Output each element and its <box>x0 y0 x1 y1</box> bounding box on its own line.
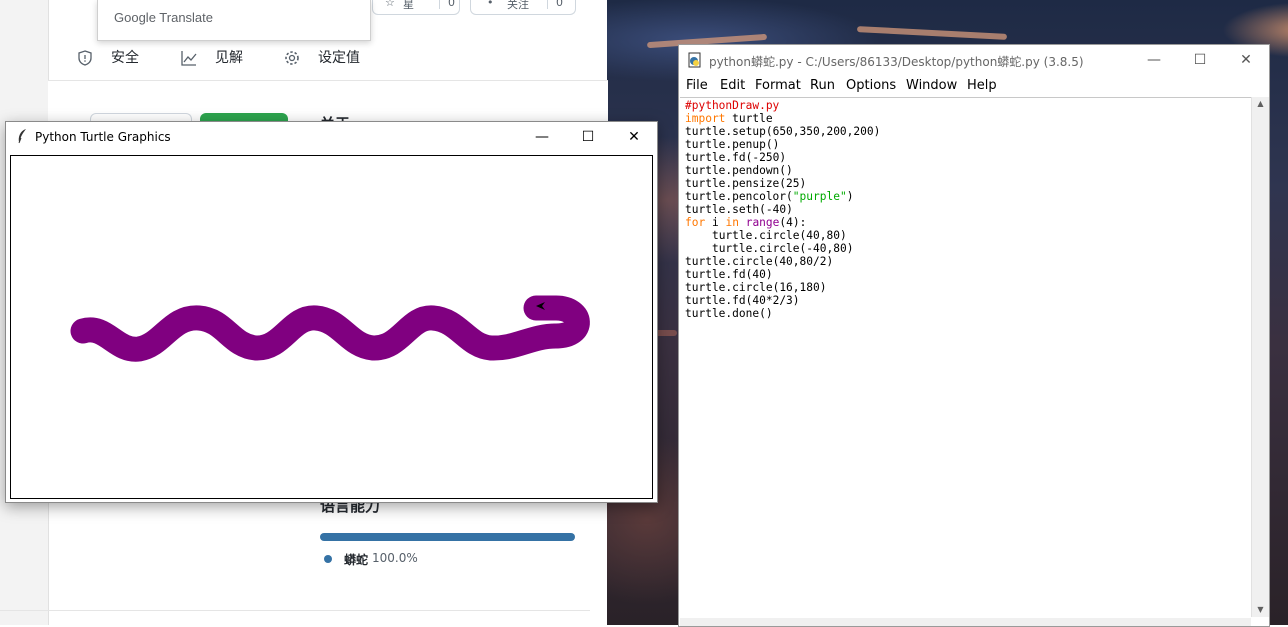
tab-insights-label: 见解 <box>215 50 243 66</box>
divider <box>0 610 590 611</box>
repo-tabs: 安全 见解 设定值 <box>48 36 608 81</box>
turtle-graphics-window[interactable]: Python Turtle Graphics — ☐ ✕ <box>5 121 658 503</box>
menu-window[interactable]: Window <box>906 78 957 93</box>
watch-button[interactable]: • 关注 0 <box>470 0 576 15</box>
maximize-button[interactable]: ☐ <box>565 122 611 152</box>
language-name[interactable]: 蟒蛇 <box>344 551 368 568</box>
vertical-scrollbar[interactable]: ▲ ▼ <box>1251 97 1269 617</box>
watch-count: 0 <box>547 0 563 9</box>
minimize-button[interactable]: — <box>519 122 565 152</box>
code-editor[interactable]: #pythonDraw.py import turtle turtle.setup(… <box>680 97 1251 618</box>
code-line[interactable]: turtle.circle(40,80/2) <box>685 255 880 268</box>
shield-icon <box>77 50 93 66</box>
star-icon: ☆ <box>385 0 395 9</box>
python-snake-shape <box>70 305 569 362</box>
eye-icon: • <box>487 0 494 9</box>
language-bar <box>320 533 575 541</box>
code-line[interactable]: turtle.fd(40*2/3) <box>685 294 880 307</box>
source-code[interactable]: #pythonDraw.py import turtle turtle.setup(… <box>685 99 880 320</box>
code-line[interactable]: turtle.seth(-40) <box>685 203 880 216</box>
code-line[interactable]: #pythonDraw.py <box>685 99 880 112</box>
code-line[interactable]: turtle.fd(-250) <box>685 151 880 164</box>
menu-file[interactable]: File <box>686 78 708 93</box>
turtle-titlebar[interactable]: Python Turtle Graphics — ☐ ✕ <box>6 122 657 152</box>
code-line[interactable]: turtle.fd(40) <box>685 268 880 281</box>
tab-settings-label: 设定值 <box>318 50 360 66</box>
language-percent: 100.0% <box>372 551 418 565</box>
watch-label: 关注 <box>507 0 529 11</box>
code-line[interactable]: turtle.circle(16,180) <box>685 281 880 294</box>
idle-close-button[interactable]: ✕ <box>1223 45 1269 75</box>
code-line[interactable]: turtle.done() <box>685 307 880 320</box>
code-line[interactable]: turtle.circle(40,80) <box>685 229 880 242</box>
scroll-up-icon[interactable]: ▲ <box>1252 97 1269 111</box>
tab-security-label: 安全 <box>111 50 139 66</box>
menu-format[interactable]: Format <box>755 78 801 93</box>
star-label: 星 <box>403 0 414 11</box>
code-line[interactable]: for i in range(4): <box>685 216 880 229</box>
code-line[interactable]: import turtle <box>685 112 880 125</box>
code-line[interactable]: turtle.penup() <box>685 138 880 151</box>
star-button[interactable]: ☆ 星 0 <box>372 0 460 15</box>
code-line[interactable]: turtle.pendown() <box>685 164 880 177</box>
python-file-icon <box>687 52 703 72</box>
menu-edit[interactable]: Edit <box>720 78 745 93</box>
idle-menubar: File Edit Format Run Options Window Help <box>679 75 1269 97</box>
code-line[interactable]: turtle.circle(-40,80) <box>685 242 880 255</box>
language-color-dot <box>324 555 332 563</box>
gear-icon <box>284 50 300 66</box>
idle-minimize-button[interactable]: — <box>1131 45 1177 75</box>
translate-label: Google Translate <box>114 10 214 25</box>
scroll-down-icon[interactable]: ▼ <box>1252 603 1269 617</box>
graph-icon <box>181 50 197 66</box>
close-button[interactable]: ✕ <box>611 122 657 152</box>
idle-maximize-button[interactable]: ☐ <box>1177 45 1223 75</box>
code-line[interactable]: turtle.pencolor("purple") <box>685 190 880 203</box>
google-translate-popup[interactable]: Google Translate <box>97 0 371 41</box>
code-line[interactable]: turtle.setup(650,350,200,200) <box>685 125 880 138</box>
idle-editor-window[interactable]: python蟒蛇.py - C:/Users/86133/Desktop/pyt… <box>678 44 1270 627</box>
star-count: 0 <box>439 0 455 9</box>
snake-drawing <box>70 295 590 362</box>
idle-window-title: python蟒蛇.py - C:/Users/86133/Desktop/pyt… <box>709 55 1084 69</box>
menu-run[interactable]: Run <box>810 78 835 93</box>
menu-help[interactable]: Help <box>967 78 997 93</box>
feather-icon <box>16 128 28 148</box>
idle-titlebar[interactable]: python蟒蛇.py - C:/Users/86133/Desktop/pyt… <box>679 45 1269 75</box>
turtle-window-title: Python Turtle Graphics <box>35 130 171 144</box>
code-line[interactable]: turtle.pensize(25) <box>685 177 880 190</box>
turtle-canvas[interactable] <box>10 155 653 499</box>
menu-options[interactable]: Options <box>846 78 896 93</box>
